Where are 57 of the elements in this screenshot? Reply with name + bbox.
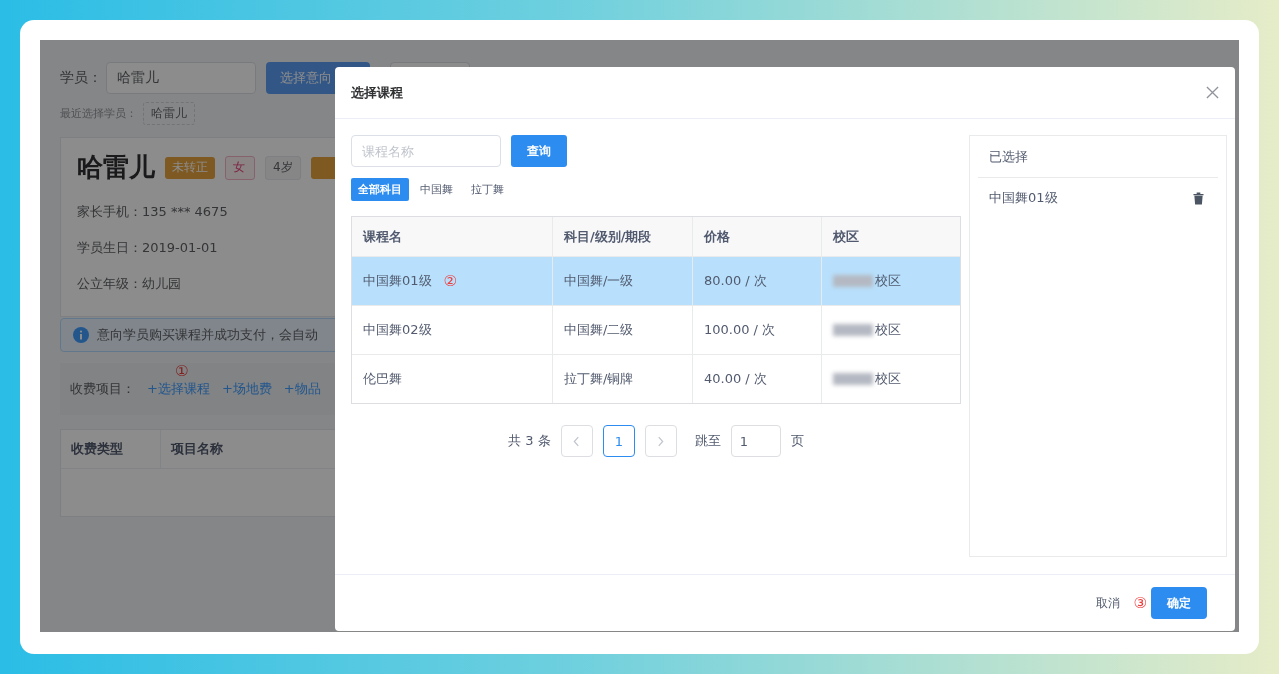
filter-tab[interactable]: 中国舞 [413, 178, 460, 201]
table-cell: 伦巴舞 [363, 370, 402, 388]
table-row[interactable]: 中国舞02级 中国舞/二级 100.00 / 次 校区 [352, 305, 960, 354]
step-marker: ② [443, 272, 457, 290]
chevron-right-icon [657, 435, 665, 447]
table-row[interactable]: 中国舞01级 ② 中国舞/一级 80.00 / 次 校区 [352, 256, 960, 305]
table-cell: 100.00 / 次 [704, 321, 776, 339]
trash-icon[interactable] [1193, 191, 1204, 205]
table-cell: 校区 [875, 321, 901, 339]
profile-field: 公立年级：幼儿园 [77, 275, 181, 293]
notice-text: 意向学员购买课程并成功支付，会自动 [97, 326, 318, 344]
table-cell: 校区 [875, 272, 901, 290]
step-marker: ③ [1133, 594, 1147, 612]
table-cell: 中国舞01级 [363, 272, 432, 290]
confirm-button[interactable]: 确定 [1151, 587, 1207, 619]
table-cell: 拉丁舞/铜牌 [564, 370, 634, 388]
table-cell: 校区 [875, 370, 901, 388]
info-icon [73, 327, 89, 343]
fee-label: 收费项目： [70, 380, 135, 398]
redacted-mark [833, 373, 873, 385]
search-field[interactable]: 课程名称 [351, 135, 501, 167]
column-header: 收费类型 [61, 430, 161, 468]
table-cell: 中国舞/二级 [564, 321, 634, 339]
table-cell: 80.00 / 次 [704, 272, 767, 290]
total-count: 共 3 条 [508, 432, 551, 450]
student-field[interactable]: 哈雷儿 [106, 62, 256, 94]
profile-field: 家长手机：135 *** 4675 [77, 203, 228, 221]
profile-field: 学员生日：2019-01-01 [77, 239, 218, 257]
add-fee-link[interactable]: +物品 [283, 380, 321, 398]
table-cell: 中国舞02级 [363, 321, 432, 339]
status-badge: 4岁 [265, 155, 301, 180]
filter-tab[interactable]: 全部科目 [351, 178, 409, 201]
jump-label: 跳至 [694, 432, 721, 450]
page-unit: 页 [790, 432, 804, 450]
recent-student-tag[interactable]: 哈雷儿 [143, 102, 195, 125]
close-icon[interactable] [1206, 86, 1219, 99]
table-row[interactable]: 伦巴舞 拉丁舞/铜牌 40.00 / 次 校区 [352, 354, 960, 403]
redacted-mark [833, 275, 873, 287]
student-name: 哈雷儿 [77, 151, 155, 184]
search-button[interactable]: 查询 [511, 135, 567, 167]
student-label: 学员： [60, 69, 102, 87]
selected-course: 中国舞01级 [989, 189, 1058, 207]
redacted-mark [833, 324, 873, 336]
table-cell: 中国舞/一级 [564, 272, 634, 290]
page-button[interactable]: 1 [602, 425, 635, 457]
column-header: 课程名 [361, 227, 403, 246]
table-cell: 40.00 / 次 [704, 370, 767, 388]
page-field[interactable]: 1 [730, 425, 781, 457]
add-fee-link[interactable]: +场地费 [221, 380, 272, 398]
column-header: 项目名称 [169, 440, 223, 458]
panel-title: 已选择 [989, 147, 1028, 166]
step-marker: ① [175, 362, 189, 380]
status-badge: 未转正 [165, 156, 215, 179]
filter-tab[interactable]: 拉丁舞 [464, 178, 511, 201]
status-badge: 女 [225, 155, 255, 180]
chevron-left-icon [573, 435, 581, 447]
cancel-button[interactable]: 取消 [1091, 594, 1124, 612]
